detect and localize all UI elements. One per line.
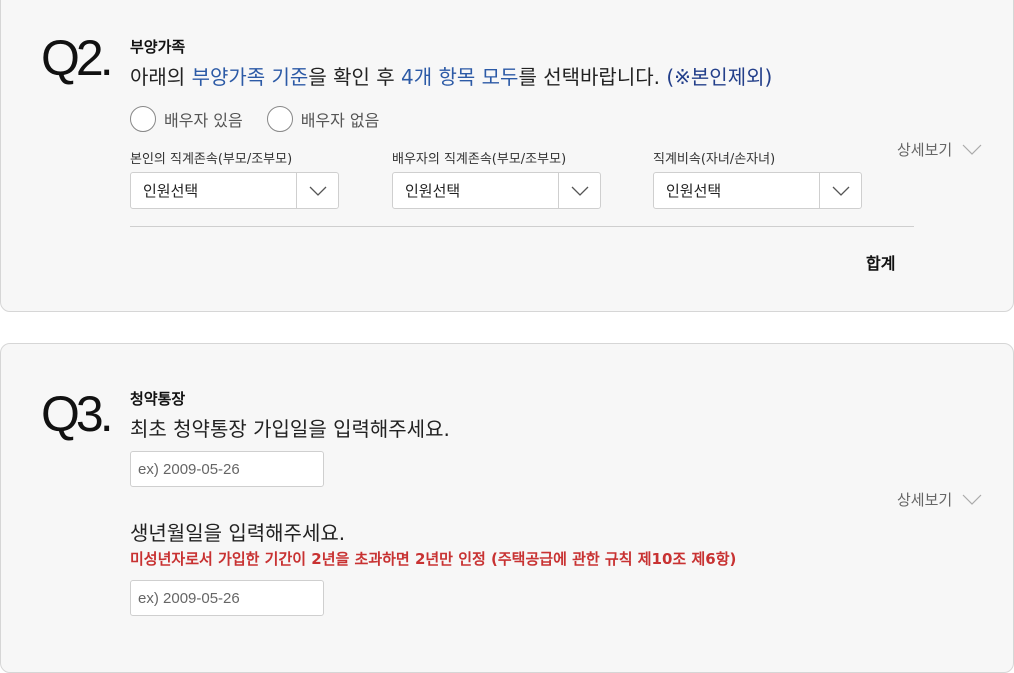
- own-ascendants-select[interactable]: 인원선택: [130, 172, 339, 209]
- radio-has-spouse[interactable]: 배우자 있음: [130, 106, 243, 132]
- chevron-down-icon: [962, 494, 982, 505]
- select-label: 배우자의 직계존속(부모/조부모): [392, 152, 567, 167]
- select-value: 인원선택: [405, 182, 461, 200]
- radio-no-spouse[interactable]: 배우자 없음: [266, 106, 380, 132]
- desc-text: 아래의: [130, 65, 192, 89]
- spouse-radio-group: 배우자 있음 배우자 없음: [130, 106, 379, 132]
- minor-period-warning: 미성년자로서 가입한 기간이 2년을 초과하면 2년만 인정 (주택공급에 관한…: [130, 550, 737, 568]
- birthdate-input[interactable]: [130, 580, 324, 616]
- question-title: 청약통장: [130, 390, 186, 408]
- dependents-criteria-link[interactable]: 부양가족 기준: [192, 65, 309, 89]
- question-description: 아래의 부양가족 기준을 확인 후 4개 항목 모두를 선택바랍니다. (※본인…: [130, 61, 772, 90]
- detail-label: 상세보기: [897, 141, 953, 159]
- question-number: Q2.: [41, 30, 114, 86]
- radio-label: 배우자 없음: [300, 111, 380, 130]
- chevron-down-icon[interactable]: [819, 173, 861, 208]
- detail-label: 상세보기: [897, 491, 953, 509]
- total-label: 합계: [866, 254, 896, 273]
- desc-emphasis: 4개 항목 모두: [401, 65, 519, 89]
- question-title: 부양가족: [130, 38, 186, 56]
- detail-toggle[interactable]: 상세보기: [897, 489, 982, 510]
- chevron-down-icon: [962, 144, 982, 155]
- select-group-descendants: 직계비속(자녀/손자녀) 인원선택: [653, 148, 862, 209]
- select-value: 인원선택: [143, 182, 199, 200]
- radio-label: 배우자 있음: [164, 111, 243, 130]
- select-value: 인원선택: [666, 182, 722, 200]
- detail-toggle[interactable]: 상세보기: [897, 139, 982, 160]
- question-card-q3: Q3. 청약통장 최초 청약통장 가입일을 입력해주세요. 상세보기 생년월일을…: [0, 343, 1014, 673]
- divider: [130, 226, 914, 227]
- desc-text: 를 선택바랍니다.: [518, 65, 667, 89]
- question-number: Q3.: [41, 386, 114, 442]
- select-group-own-ascendants: 본인의 직계존속(부모/조부모) 인원선택: [130, 148, 339, 209]
- question-description: 최초 청약통장 가입일을 입력해주세요.: [130, 417, 450, 441]
- descendants-select[interactable]: 인원선택: [653, 172, 862, 209]
- question-card-q2: Q2. 부양가족 아래의 부양가족 기준을 확인 후 4개 항목 모두를 선택바…: [0, 0, 1014, 312]
- select-label: 직계비속(자녀/손자녀): [653, 152, 776, 167]
- radio-circle[interactable]: [266, 106, 293, 132]
- select-group-spouse-ascendants: 배우자의 직계존속(부모/조부모) 인원선택: [392, 148, 601, 209]
- spouse-ascendants-select[interactable]: 인원선택: [392, 172, 601, 209]
- birthdate-description: 생년월일을 입력해주세요.: [130, 521, 346, 545]
- chevron-down-icon[interactable]: [296, 173, 338, 208]
- select-label: 본인의 직계존속(부모/조부모): [130, 152, 293, 167]
- first-subscription-date-input[interactable]: [130, 451, 324, 487]
- desc-note: (※본인제외): [666, 65, 773, 89]
- radio-circle[interactable]: [130, 106, 156, 132]
- chevron-down-icon[interactable]: [558, 173, 600, 208]
- desc-text: 을 확인 후: [308, 65, 402, 89]
